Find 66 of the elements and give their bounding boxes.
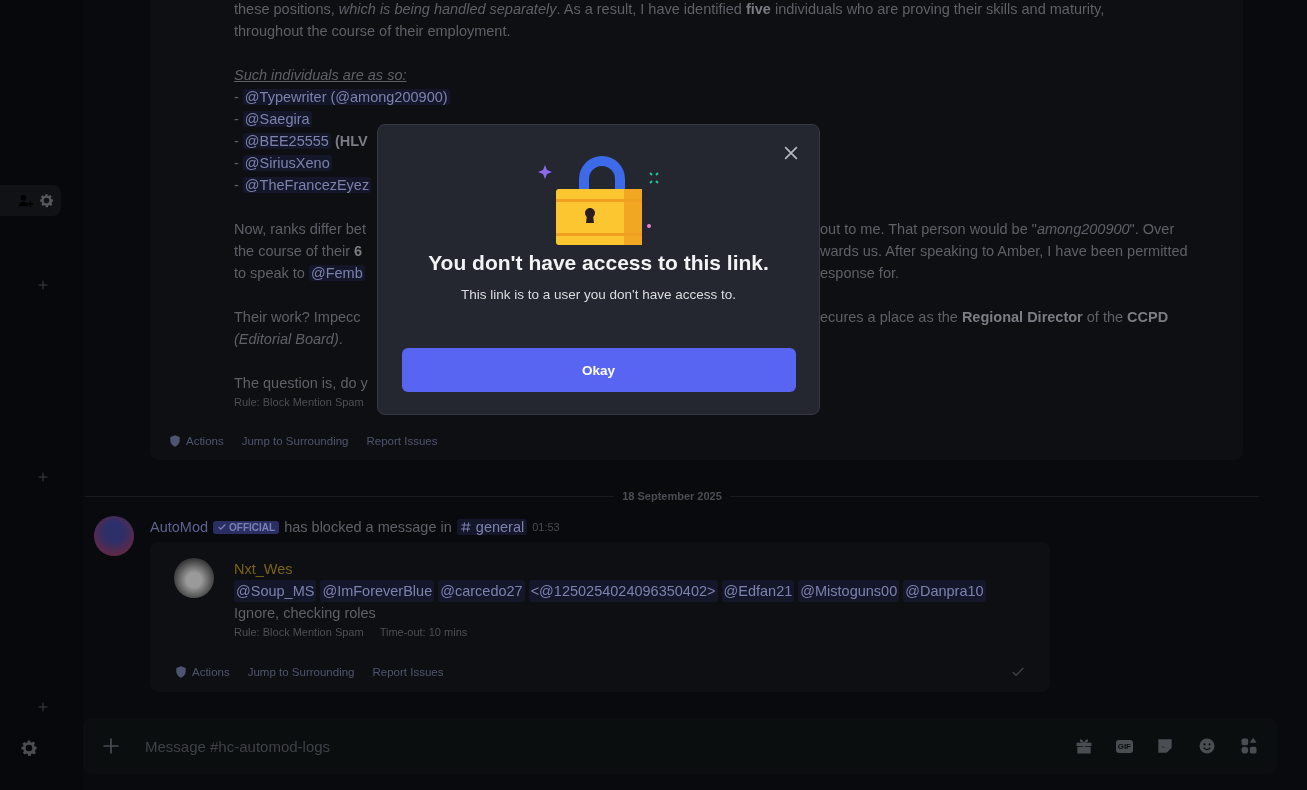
message-text: ecures a place as the Regional Director of the CCPD: [820, 308, 1170, 327]
user-mention[interactable]: @TheFrancezEyez: [242, 177, 372, 193]
okay-button[interactable]: Okay: [401, 348, 796, 392]
message-text: out to me. That person would be "among200900". Over: [820, 220, 1176, 239]
emoji-icon[interactable]: [1197, 736, 1217, 756]
actions-link[interactable]: Actions: [168, 434, 224, 448]
action-link[interactable]: Report Issues: [372, 666, 444, 678]
bot-avatar[interactable]: [94, 516, 134, 556]
user-mention[interactable]: @Edfan21: [721, 580, 795, 602]
action-link[interactable]: Jump to Surrounding: [241, 435, 349, 447]
message-text: esponse for.: [820, 264, 900, 283]
settings-icon[interactable]: [19, 738, 39, 758]
user-mention[interactable]: @Soup_MS: [234, 580, 317, 602]
sticker-icon[interactable]: [1155, 736, 1175, 756]
action-link[interactable]: Report Issues: [366, 435, 438, 447]
message-text: has blocked a message in: [284, 519, 452, 535]
message-text: throughout the course of their employment.: [234, 23, 511, 39]
message-text: these positions, which is being handled separately. As a result, I have identified five individuals who are proving their skills and maturity,: [234, 1, 1105, 17]
channel-mention[interactable]: general: [456, 519, 528, 535]
message-text: Their work? Impecc: [234, 309, 361, 325]
user-mention[interactable]: @Femb: [308, 265, 365, 281]
actions-link[interactable]: Actions: [174, 665, 230, 679]
message-text: (HLV: [334, 133, 368, 149]
plus-icon: [37, 279, 49, 291]
message-text: (Editorial Board).: [234, 331, 343, 347]
rule-label: Time-out: 10 mins: [379, 625, 468, 640]
official-badge: OFFICIAL: [213, 520, 280, 534]
message-text: -: [234, 177, 240, 193]
author-name[interactable]: Nxt_Wes: [234, 558, 986, 580]
timestamp: 01:53: [532, 521, 560, 533]
plus-icon: [37, 471, 49, 483]
apps-icon[interactable]: [1239, 736, 1259, 756]
user-mention[interactable]: @BEE25555: [242, 133, 331, 149]
user-mention[interactable]: @Saegira: [242, 111, 312, 127]
author-name[interactable]: AutoMod: [150, 519, 209, 535]
user-mention[interactable]: @ImForeverBlue: [320, 580, 435, 602]
settings-icon[interactable]: [38, 192, 55, 209]
user-mention[interactable]: @carcedo27: [438, 580, 525, 602]
dialog-message: This link is to a user you don't have access to.: [461, 287, 736, 302]
user-avatar[interactable]: [174, 558, 214, 598]
date-divider: 18 September 2025: [622, 490, 722, 502]
message-text: wards us. After speaking to Amber, I have been permitted: [820, 242, 1189, 261]
message-text: the course of their 6: [234, 243, 363, 259]
message-text: -: [234, 133, 240, 149]
message-text: to speak to: [234, 265, 306, 281]
rule-label: Rule: Block Mention Spam: [234, 395, 364, 410]
message-text: Now, ranks differ bet: [234, 221, 366, 237]
user-mention[interactable]: @Typewriter (@among200900): [242, 89, 450, 105]
message-text: -: [234, 89, 240, 105]
plus-icon: [37, 701, 49, 713]
message-text: -: [234, 111, 240, 127]
shield-icon: [168, 434, 182, 448]
rule-label: Rule: Block Mention Spam: [234, 625, 364, 640]
message-text: -: [234, 155, 240, 171]
message-text: Such individuals are as so:: [234, 67, 407, 83]
message-text: The question is, do y: [234, 375, 368, 391]
shield-icon: [174, 665, 188, 679]
user-mention[interactable]: @Mistoguns00: [798, 580, 900, 602]
user-mention[interactable]: @Danpra10: [903, 580, 986, 602]
user-mention[interactable]: @SiriusXeno: [242, 155, 332, 171]
hash-icon: [459, 521, 472, 533]
user-mention[interactable]: <@1250254024096350402>: [528, 580, 718, 602]
action-link[interactable]: Jump to Surrounding: [247, 666, 355, 678]
message-text: Ignore, checking roles: [234, 604, 377, 623]
add-button[interactable]: [101, 736, 121, 756]
dialog-title: You don't have access to this link.: [428, 251, 769, 275]
